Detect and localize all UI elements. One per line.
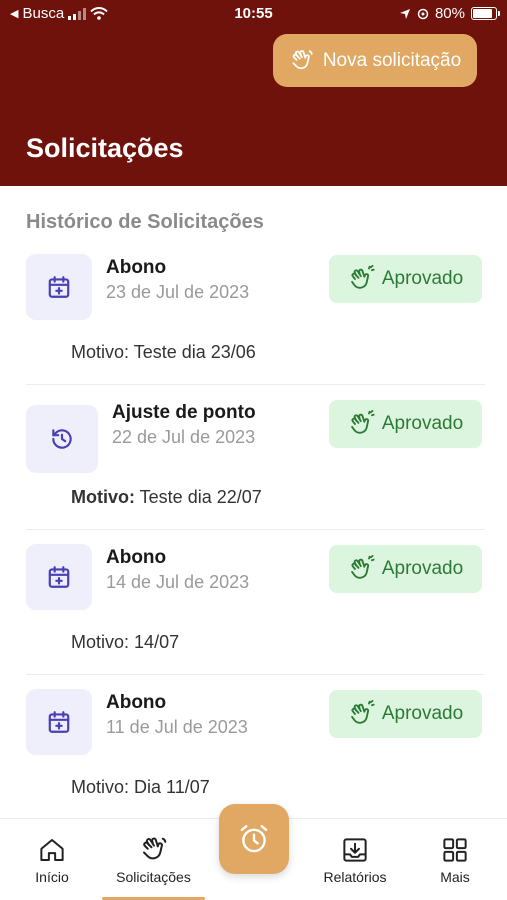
nav-item-solicitacoes[interactable]: Solicitações <box>102 819 205 900</box>
reason-label: Motivo: <box>71 632 130 652</box>
status-badge: Aprovado <box>329 400 482 448</box>
clapping-hands-icon <box>350 265 375 289</box>
calendar-plus-icon <box>48 566 70 588</box>
request-icon-box <box>26 544 92 610</box>
status-label: Aprovado <box>381 558 464 579</box>
status-badge: Aprovado <box>329 690 482 738</box>
reason-text: Dia 11/07 <box>134 777 210 797</box>
reason-text: 14/07 <box>134 632 180 652</box>
request-list: Abono 23 de Jul de 2023 Aprovado Motivo:… <box>0 240 507 820</box>
reason-text: Teste dia 22/07 <box>139 487 262 507</box>
new-request-button[interactable]: Nova solicitação <box>273 34 477 87</box>
request-item[interactable]: Abono 23 de Jul de 2023 Aprovado Motivo:… <box>26 240 485 385</box>
request-reason: Motivo: Dia 11/07 <box>71 777 210 798</box>
status-badge: Aprovado <box>329 255 482 303</box>
nav-label: Mais <box>440 869 470 885</box>
clapping-hands-icon <box>350 410 375 434</box>
hand-icon <box>142 837 166 860</box>
alarm-clock-icon <box>240 825 268 853</box>
request-icon-box <box>26 254 92 320</box>
nav-label: Início <box>35 869 69 885</box>
nav-label: Relatórios <box>323 869 387 885</box>
request-reason: Motivo: 14/07 <box>71 632 179 653</box>
request-item[interactable]: Abono 11 de Jul de 2023 Aprovado Motivo:… <box>26 675 485 820</box>
request-reason: Motivo: Teste dia 23/06 <box>71 342 256 363</box>
status-right: 80% <box>399 5 500 22</box>
calendar-plus-icon <box>48 276 70 298</box>
nav-item-inicio[interactable]: Início <box>22 819 82 900</box>
status-bar: ◀ Busca 10:55 80% <box>0 0 507 30</box>
nav-item-relatorios[interactable]: Relatórios <box>316 819 394 900</box>
reason-label: Motivo: <box>71 487 135 507</box>
request-item[interactable]: Abono 14 de Jul de 2023 Aprovado Motivo:… <box>26 530 485 675</box>
waving-hand-icon <box>292 49 313 69</box>
clock-in-button[interactable] <box>219 804 289 874</box>
request-icon-box <box>26 689 92 755</box>
grid-icon <box>443 838 467 862</box>
page-title: Solicitações <box>26 133 184 163</box>
location-icon <box>399 8 410 19</box>
calendar-plus-icon <box>48 711 70 733</box>
home-icon <box>40 839 64 861</box>
status-label: Aprovado <box>381 413 464 434</box>
status-label: Aprovado <box>381 703 464 724</box>
status-badge: Aprovado <box>329 545 482 593</box>
request-icon-box <box>26 405 98 473</box>
request-date: 14 de Jul de 2023 <box>106 572 250 592</box>
reason-label: Motivo: <box>71 777 130 797</box>
nav-label: Solicitações <box>116 869 191 885</box>
battery-percent: 80% <box>434 5 465 22</box>
nav-item-mais[interactable]: Mais <box>430 819 480 900</box>
request-reason: Motivo: Teste dia 22/07 <box>71 487 262 508</box>
battery-icon <box>471 7 500 20</box>
clapping-hands-icon <box>350 555 375 579</box>
header: ◀ Busca 10:55 80% Nova solicitação Solic… <box>0 0 507 186</box>
request-date: 11 de Jul de 2023 <box>106 717 248 737</box>
reason-text: Teste dia 23/06 <box>133 342 256 362</box>
new-request-label: Nova solicitação <box>322 49 462 71</box>
reason-label: Motivo: <box>71 342 130 362</box>
status-label: Aprovado <box>381 268 464 289</box>
clapping-hands-icon <box>350 700 375 724</box>
download-tray-icon <box>343 838 367 862</box>
request-title: Ajuste de ponto <box>112 402 256 423</box>
orientation-lock-icon <box>417 8 429 19</box>
request-date: 23 de Jul de 2023 <box>106 282 250 302</box>
request-item[interactable]: Ajuste de ponto 22 de Jul de 2023 Aprova… <box>26 385 485 530</box>
section-title: Histórico de Solicitações <box>26 211 264 233</box>
history-icon <box>52 429 72 449</box>
request-title: Abono <box>106 547 167 568</box>
request-title: Abono <box>106 257 167 278</box>
request-title: Abono <box>106 692 167 713</box>
request-date: 22 de Jul de 2023 <box>112 427 256 447</box>
